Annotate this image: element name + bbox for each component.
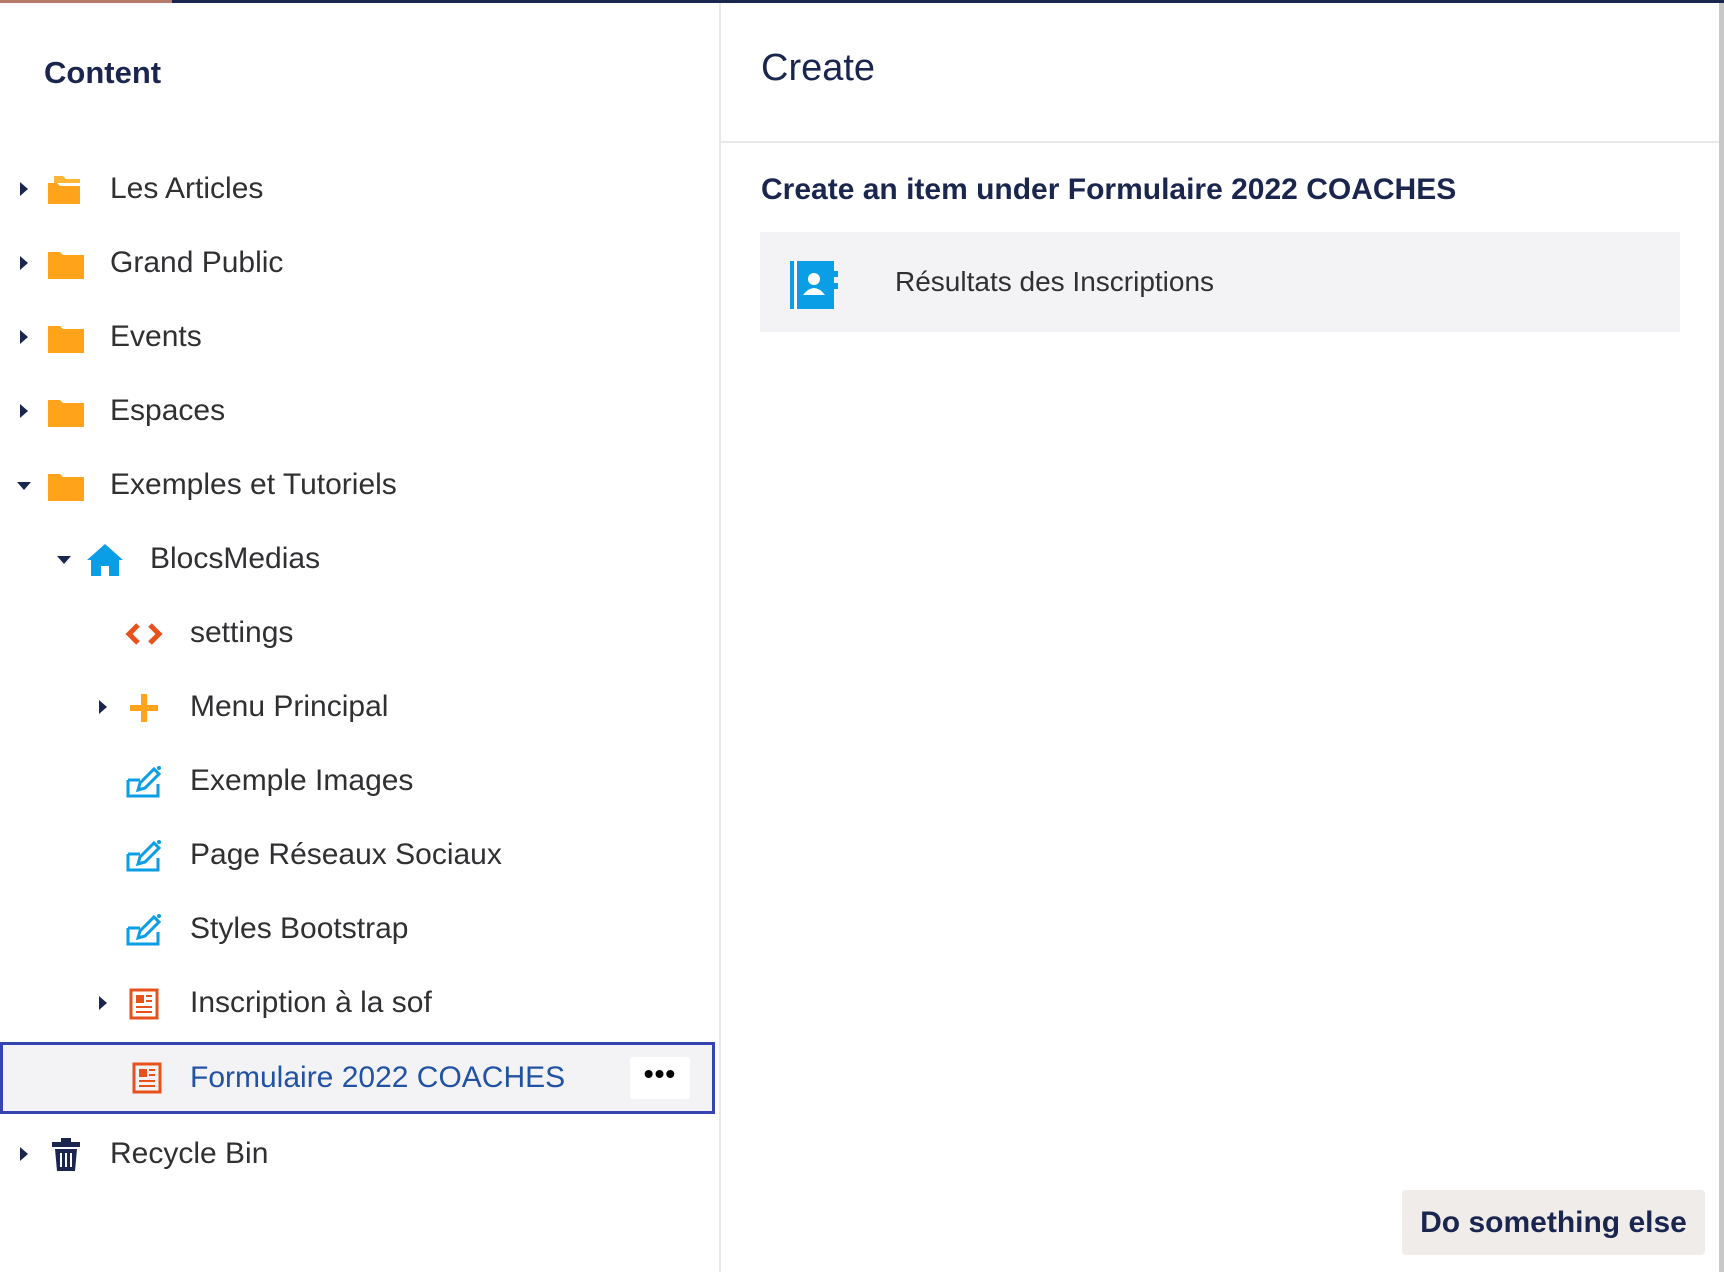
- tree-item-page-reseaux-sociaux[interactable]: Page Réseaux Sociaux: [0, 826, 715, 886]
- folder-icon: [48, 474, 84, 501]
- edit-icon: [126, 914, 162, 946]
- expand-caret-icon[interactable]: [99, 996, 107, 1010]
- create-option-label: Résultats des Inscriptions: [895, 266, 1215, 297]
- tree-item-menu-principal[interactable]: Menu Principal: [0, 678, 715, 738]
- trash-icon: [52, 1138, 80, 1171]
- tree-item-inscription-a-la-sof[interactable]: Inscription à la sof: [0, 974, 715, 1034]
- folder-icon: [48, 252, 84, 279]
- dialog-header: Create: [721, 3, 1719, 143]
- expand-caret-icon[interactable]: [20, 1147, 28, 1161]
- tree-item-events[interactable]: Events: [0, 308, 715, 368]
- expand-caret-icon[interactable]: [20, 182, 28, 196]
- tree-item-settings[interactable]: settings: [0, 604, 715, 664]
- tree-item-label: Menu Principal: [190, 690, 389, 723]
- create-dialog: Create Create an item under Formulaire 2…: [721, 3, 1719, 1272]
- edit-icon: [126, 840, 162, 872]
- tree-item-espaces[interactable]: Espaces: [0, 382, 715, 442]
- collapse-caret-icon[interactable]: [57, 556, 71, 564]
- tree-item-label: Exemples et Tutoriels: [110, 468, 397, 501]
- create-option-resultats-des-inscriptions[interactable]: Résultats des Inscriptions: [760, 232, 1680, 332]
- contact-book-icon: [790, 261, 838, 309]
- edit-icon: [126, 766, 162, 798]
- tree-item-label: Page Réseaux Sociaux: [190, 838, 502, 871]
- content-tree-pane: Content Les Articles Grand Public Events…: [0, 3, 721, 1272]
- tree-item-label: Recycle Bin: [110, 1137, 269, 1170]
- tree-item-exemple-images[interactable]: Exemple Images: [0, 752, 715, 812]
- tree-item-exemples-et-tutoriels[interactable]: Exemples et Tutoriels: [0, 456, 715, 516]
- dialog-title: Create: [761, 47, 876, 89]
- expand-caret-icon[interactable]: [20, 330, 28, 344]
- form-icon: [129, 988, 159, 1020]
- pane-title: Content: [44, 55, 162, 90]
- tree-item-grand-public[interactable]: Grand Public: [0, 234, 715, 294]
- tree-item-les-articles[interactable]: Les Articles: [0, 160, 715, 220]
- tree-item-blocsmedias[interactable]: BlocsMedias: [0, 530, 715, 590]
- do-something-else-button[interactable]: Do something else: [1402, 1190, 1705, 1255]
- home-icon: [87, 544, 123, 576]
- more-actions-button[interactable]: •••: [630, 1057, 690, 1099]
- tree-item-label: settings: [190, 616, 294, 649]
- tree-item-label: BlocsMedias: [150, 542, 321, 575]
- tree-item-formulaire-2022-coaches[interactable]: Formulaire 2022 COACHES •••: [0, 1042, 715, 1114]
- code-icon: [125, 623, 163, 645]
- tree-item-styles-bootstrap[interactable]: Styles Bootstrap: [0, 900, 715, 960]
- tree-item-label: Formulaire 2022 COACHES: [190, 1061, 566, 1094]
- expand-caret-icon[interactable]: [20, 256, 28, 270]
- tree-item-label: Les Articles: [110, 172, 264, 205]
- dialog-subtitle: Create an item under Formulaire 2022 COA…: [761, 173, 1457, 206]
- tree-item-label: Grand Public: [110, 246, 284, 279]
- tree-item-label: Inscription à la sof: [190, 986, 432, 1019]
- expand-caret-icon[interactable]: [20, 404, 28, 418]
- tree-item-label: Exemple Images: [190, 764, 414, 797]
- plus-icon: [130, 694, 158, 722]
- folder-icon: [48, 400, 84, 427]
- folder-open-icon: [48, 176, 80, 204]
- form-icon: [132, 1062, 162, 1094]
- folder-icon: [48, 326, 84, 353]
- tree-item-label: Espaces: [110, 394, 226, 427]
- tree-item-label: Events: [110, 320, 202, 353]
- scrollbar[interactable]: [1719, 3, 1724, 1272]
- collapse-caret-icon[interactable]: [17, 482, 31, 490]
- expand-caret-icon[interactable]: [99, 700, 107, 714]
- tree-item-label: Styles Bootstrap: [190, 912, 409, 945]
- tree-item-recycle-bin[interactable]: Recycle Bin: [0, 1125, 715, 1185]
